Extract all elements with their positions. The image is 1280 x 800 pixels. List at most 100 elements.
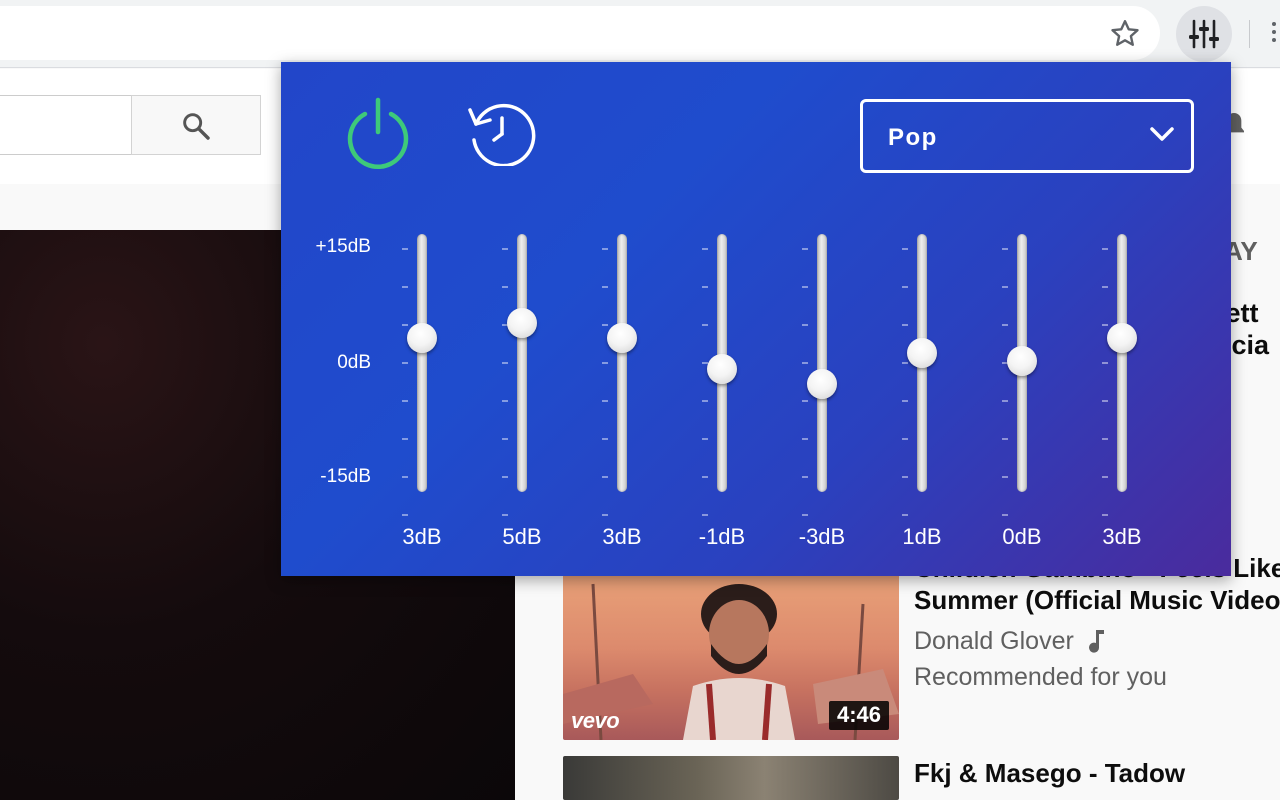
scale-tick xyxy=(902,438,908,440)
scale-tick xyxy=(502,400,508,402)
eq-band: 3dB xyxy=(392,234,452,564)
scale-tick xyxy=(902,514,908,516)
scale-tick xyxy=(902,248,908,250)
scale-tick xyxy=(1002,324,1008,326)
scale-tick xyxy=(402,324,408,326)
eq-band: 0dB xyxy=(992,234,1052,564)
slider-track[interactable] xyxy=(1117,234,1127,492)
scale-tick xyxy=(1102,400,1108,402)
eq-band: 3dB xyxy=(1092,234,1152,564)
scale-tick xyxy=(702,286,708,288)
equalizer-icon xyxy=(1189,19,1219,49)
scale-tick xyxy=(502,514,508,516)
scale-tick xyxy=(602,514,608,516)
search-button[interactable] xyxy=(131,95,261,155)
slider-knob[interactable] xyxy=(1007,346,1037,376)
slider-knob[interactable] xyxy=(707,353,737,384)
preset-value: Pop xyxy=(888,124,938,151)
scale-tick xyxy=(802,286,808,288)
scale-tick xyxy=(902,362,908,364)
band-gain-label: 3dB xyxy=(1102,524,1142,549)
scale-tick xyxy=(902,400,908,402)
scale-tick xyxy=(1002,514,1008,516)
scale-tick xyxy=(602,476,608,478)
scale-tick xyxy=(802,248,808,250)
scale-tick xyxy=(1102,514,1108,516)
scale-tick xyxy=(502,438,508,440)
equalizer-extension-button[interactable] xyxy=(1176,6,1232,62)
scale-tick xyxy=(1002,438,1008,440)
scale-tick xyxy=(902,324,908,326)
address-bar[interactable] xyxy=(0,6,1160,60)
scale-tick xyxy=(902,476,908,478)
scale-label-max: +15dB xyxy=(315,236,371,257)
slider-knob[interactable] xyxy=(1107,323,1137,353)
scale-tick xyxy=(1002,476,1008,478)
scale-tick xyxy=(1102,286,1108,288)
browser-toolbar xyxy=(0,0,1280,68)
scale-tick xyxy=(402,248,408,250)
menu-icon[interactable] xyxy=(1272,18,1280,50)
scale-tick xyxy=(802,514,808,516)
slider-knob[interactable] xyxy=(907,338,937,369)
video-thumbnail[interactable] xyxy=(563,756,899,800)
eq-band: 3dB xyxy=(592,234,652,564)
band-gain-label: 1dB xyxy=(902,524,942,549)
scale-tick xyxy=(802,438,808,440)
scale-tick xyxy=(1002,400,1008,402)
search-input[interactable] xyxy=(0,95,132,155)
video-title-line[interactable]: Summer (Official Music Video) xyxy=(914,584,1280,616)
chevron-down-icon xyxy=(1150,127,1174,141)
scale-tick xyxy=(402,400,408,402)
slider-track[interactable] xyxy=(417,234,427,492)
scale-tick xyxy=(702,248,708,250)
scale-tick xyxy=(602,438,608,440)
video-thumbnail[interactable]: vevo 4:46 xyxy=(563,574,899,740)
scale-tick xyxy=(802,476,808,478)
reset-button[interactable] xyxy=(464,100,540,168)
scale-tick xyxy=(402,286,408,288)
scale-tick xyxy=(802,400,808,402)
eq-band: -1dB xyxy=(692,234,752,564)
scale-label-min: -15dB xyxy=(320,466,371,487)
band-gain-label: 3dB xyxy=(402,524,442,549)
slider-track[interactable] xyxy=(617,234,627,492)
scale-tick xyxy=(602,286,608,288)
eq-band: 5dB xyxy=(492,234,552,564)
scale-tick xyxy=(602,324,608,326)
reset-icon xyxy=(468,103,536,168)
music-note-icon xyxy=(1087,628,1107,659)
band-gain-label: 0dB xyxy=(1002,524,1042,549)
channel-name[interactable]: Donald Glover xyxy=(914,627,1074,656)
recommendation-label: Recommended for you xyxy=(914,663,1167,691)
scale-tick xyxy=(602,362,608,364)
band-gain-label: 3dB xyxy=(602,524,642,549)
slider-track[interactable] xyxy=(517,234,527,492)
slider-knob[interactable] xyxy=(507,307,537,338)
scale-tick xyxy=(1002,248,1008,250)
scale-tick xyxy=(1102,248,1108,250)
scale-tick xyxy=(402,476,408,478)
power-icon xyxy=(347,97,409,170)
scale-tick xyxy=(1102,324,1108,326)
scale-tick xyxy=(702,438,708,440)
scale-tick xyxy=(1102,362,1108,364)
bookmark-star-icon[interactable] xyxy=(1107,16,1143,52)
scale-tick xyxy=(702,476,708,478)
slider-knob[interactable] xyxy=(807,369,837,399)
scale-tick xyxy=(702,514,708,516)
equalizer-popup: Pop +15dB 0dB -15dB 3dB 5dB 3dB -1dB -3dB 1dB… xyxy=(281,62,1231,576)
scale-tick xyxy=(602,400,608,402)
preset-dropdown[interactable]: Pop xyxy=(860,99,1194,173)
scale-tick xyxy=(502,286,508,288)
scale-tick xyxy=(902,286,908,288)
slider-knob[interactable] xyxy=(607,323,637,353)
video-title-line[interactable]: Fkj & Masego - Tadow xyxy=(914,757,1280,789)
duration-badge: 4:46 xyxy=(828,701,889,730)
toolbar-separator xyxy=(1249,20,1250,48)
band-gain-label: 5dB xyxy=(502,524,542,549)
slider-knob[interactable] xyxy=(407,323,437,353)
slider-track[interactable] xyxy=(817,234,827,492)
eq-band: 1dB xyxy=(892,234,952,564)
power-button[interactable] xyxy=(343,96,413,170)
